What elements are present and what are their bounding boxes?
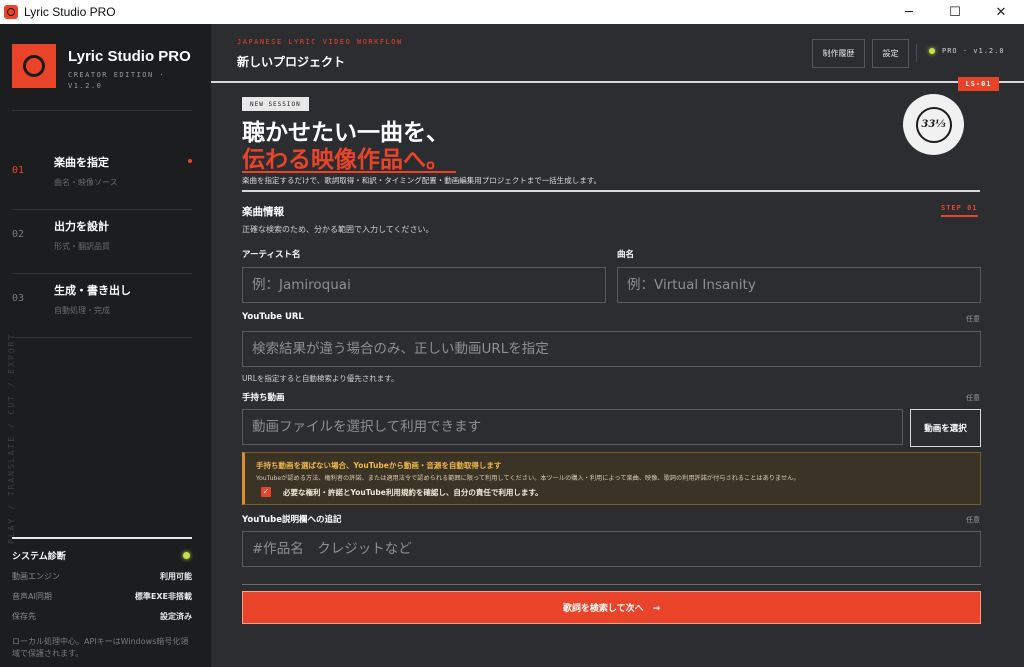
section-rule [242,190,980,192]
sidebar: Lyric Studio PRO CREATOR EDITION · V1.2.… [0,24,211,667]
status-dot-icon [929,48,935,54]
project-code-badge: LS-01 [958,77,999,91]
active-step-dot-icon [188,159,192,163]
session-badge: NEW SESSION [242,97,309,111]
youtube-notice: 手持ち動画を選ばない場合、YouTubeから動画・音源を自動取得します YouT… [242,452,981,505]
notice-text: YouTubeが認める方法、権利者の許諾、または適用法令で認められる範囲に限って… [256,475,800,482]
hero-description: 楽曲を指定するだけで、歌詞取得・和訳・タイミング配置・動画編集用プロジェクトまで… [242,176,601,185]
optional-label: 任意 [966,516,980,524]
step-title: 生成・書き出し [54,284,131,297]
vinyl-record-icon: 33⅓ [903,94,964,155]
window-controls: ─ ☐ ✕ [886,0,1024,24]
local-video-label: 手持ち動画 [242,393,285,403]
history-button[interactable]: 制作履歴 [812,39,865,68]
vertical-watermark-text: PLAY / TRANSLATE / CUT / EXPORT [7,332,16,544]
step-subtitle: 形式・翻訳品質 [54,242,110,251]
header-divider [916,44,917,62]
select-video-button[interactable]: 動画を選択 [910,409,981,447]
settings-button[interactable]: 設定 [872,39,909,68]
step-item-03[interactable]: 03 生成・書き出し 自動処理・完成 [12,274,192,338]
diagnostics-title: システム診断 [12,552,66,562]
diagnostics-key: 保存先 [12,612,36,621]
step-subtitle: 自動処理・完成 [54,306,110,315]
diagnostics-row: 音声AI同期 標準EXE非搭載 [12,591,192,602]
header-rule [211,81,1024,83]
system-diagnostics: システム診断 動画エンジン 利用可能 音声AI同期 標準EXE非搭載 保存先 設… [12,537,192,660]
hero-underline [242,171,456,173]
artist-label: アーティスト名 [242,250,301,260]
minimize-button[interactable]: ─ [886,0,932,24]
step-number: 01 [12,165,25,176]
footer-rule [242,584,981,585]
diagnostics-note: ローカル処理中心。APIキーはWindows暗号化領域で保護されます。 [12,637,189,658]
main-panel: JAPANESE LYRIC VIDEO WORKFLOW 新しいプロジェクト … [211,24,1024,667]
optional-label: 任意 [966,315,980,323]
notice-title: 手持ち動画を選ばない場合、YouTubeから動画・音源を自動取得します [256,461,502,470]
window-titlebar: Lyric Studio PRO ─ ☐ ✕ [0,0,1024,24]
local-video-input[interactable] [242,409,903,445]
step-title: 出力を設計 [54,220,109,233]
optional-label: 任意 [966,394,980,402]
status-indicator: PRO · v1.2.0 [929,47,1005,55]
step-item-01[interactable]: 01 楽曲を指定 曲名・映像ソース [12,146,192,210]
diagnostics-value: 標準EXE非搭載 [134,592,192,601]
section-subtitle: 正確な検索のため、分かる範囲で入力してください。 [242,225,434,234]
description-append-input[interactable] [242,531,981,567]
step-item-02[interactable]: 02 出力を設計 形式・翻訳品質 [12,210,192,274]
youtube-url-hint: URLを指定すると自動検索より優先されます。 [242,374,399,383]
diagnostics-value: 利用可能 [160,572,192,581]
rights-checkbox[interactable]: ✓ [261,487,271,497]
brand-edition: CREATOR EDITION · V1.2.0 [68,71,166,90]
song-input[interactable] [617,267,981,303]
youtube-url-input[interactable] [242,331,981,367]
diagnostics-row: 保存先 設定済み [12,611,192,622]
step-number: 03 [12,293,25,304]
artist-input[interactable] [242,267,606,303]
brand: Lyric Studio PRO CREATOR EDITION · V1.2.… [12,44,191,92]
diagnostics-row: 動画エンジン 利用可能 [12,571,192,582]
step-subtitle: 曲名・映像ソース [54,178,118,187]
vertical-watermark: PLAY / TRANSLATE / CUT / EXPORT [7,324,21,544]
vinyl-label: 33⅓ [915,106,952,143]
section-title: 楽曲情報 [242,206,284,218]
youtube-url-label: YouTube URL [242,312,304,322]
window-title: Lyric Studio PRO [24,5,116,19]
checkmark-icon: ✓ [262,487,270,496]
step-list: 01 楽曲を指定 曲名・映像ソース 02 出力を設計 形式・翻訳品質 03 生成… [12,146,192,338]
version-label: PRO · v1.2.0 [942,47,1005,55]
step-number: 02 [12,229,25,240]
maximize-button[interactable]: ☐ [932,0,978,24]
close-button[interactable]: ✕ [978,0,1024,24]
rights-checkbox-label[interactable]: 必要な権利・許諾とYouTube利用規約を確認し、自分の責任で利用します。 [283,487,543,498]
header-eyebrow: JAPANESE LYRIC VIDEO WORKFLOW [237,38,403,46]
step-title: 楽曲を指定 [54,156,109,169]
diagnostics-key: 音声AI同期 [12,592,52,601]
sidebar-divider [12,110,192,111]
diagnostics-key: 動画エンジン [12,572,60,581]
brand-name: Lyric Studio PRO [68,48,191,65]
main-header: JAPANESE LYRIC VIDEO WORKFLOW 新しいプロジェクト … [211,24,1024,82]
song-label: 曲名 [617,250,635,260]
description-append-label: YouTube説明欄への追記 [242,515,342,525]
status-ok-icon [183,552,190,559]
search-lyrics-next-button[interactable]: 歌詞を検索して次へ → [242,591,981,624]
step-badge: STEP 01 [941,204,978,217]
diagnostics-value: 設定済み [160,612,192,621]
app-logo-icon [4,5,18,19]
hero-headline-line2: 伝わる映像作品へ。 [242,146,449,173]
page-title: 新しいプロジェクト [237,55,346,69]
brand-logo-icon [12,44,56,88]
